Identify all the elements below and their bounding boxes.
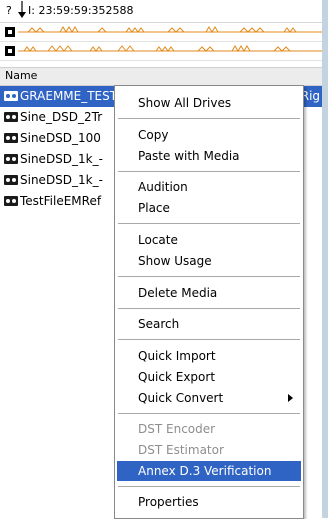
audio-file-icon [4, 196, 18, 206]
menu-dst-encoder: DST Encoder [117, 419, 301, 439]
menu-label: Search [138, 317, 180, 331]
menu-label: Quick Convert [138, 391, 224, 405]
menu-label: Quick Import [138, 349, 216, 363]
file-name: TestFileEMRef [20, 194, 102, 208]
menu-label: Properties [138, 495, 199, 509]
audio-file-icon [4, 112, 18, 122]
file-name: Sine_DSD_2Tr [20, 110, 103, 124]
menu-search[interactable]: Search [117, 314, 301, 334]
menu-separator [118, 171, 300, 172]
menu-label: Locate [138, 233, 178, 247]
menu-annex-verification[interactable]: Annex D.3 Verification [117, 461, 301, 481]
menu-quick-import[interactable]: Quick Import [117, 346, 301, 366]
menu-label: Annex D.3 Verification [138, 464, 272, 478]
menu-separator [118, 308, 300, 309]
down-arrow-icon [18, 1, 26, 18]
menu-label: Audition [138, 180, 188, 194]
menu-dst-estimator: DST Estimator [117, 440, 301, 460]
timecode-display: I: 23:59:59:352588 [28, 4, 134, 17]
menu-separator [118, 413, 300, 414]
menu-label: DST Encoder [138, 422, 216, 436]
menu-label: Place [138, 201, 170, 215]
track-1-toggle[interactable] [5, 27, 15, 37]
track-2[interactable] [0, 42, 322, 61]
menu-separator [118, 339, 300, 340]
track-1-waveform [18, 26, 322, 33]
menu-properties[interactable]: Properties [117, 492, 301, 512]
menu-show-usage[interactable]: Show Usage [117, 251, 301, 271]
menu-label: Quick Export [138, 370, 216, 384]
name-column-label: Name [5, 69, 38, 82]
file-name: SineDSD_1k_- [20, 173, 103, 187]
menu-delete-media[interactable]: Delete Media [117, 283, 301, 303]
file-name: SineDSD_1k_- [20, 152, 103, 166]
menu-paste-with-media[interactable]: Paste with Media [117, 146, 301, 166]
window-edge-strip [322, 0, 328, 518]
track-2-waveform [18, 45, 322, 52]
menu-label: Show All Drives [138, 96, 232, 110]
menu-separator [118, 118, 300, 119]
timeline-ruler[interactable]: ? I: 23:59:59:352588 [0, 0, 322, 23]
menu-label: Delete Media [138, 286, 218, 300]
context-menu: Show All Drives Copy Paste with Media Au… [114, 85, 304, 519]
menu-quick-export[interactable]: Quick Export [117, 367, 301, 387]
menu-label: Copy [138, 128, 169, 142]
menu-separator [118, 223, 300, 224]
menu-audition[interactable]: Audition [117, 177, 301, 197]
menu-label: Paste with Media [138, 149, 240, 163]
track-1[interactable] [0, 23, 322, 42]
menu-show-all-drives[interactable]: Show All Drives [117, 93, 301, 113]
track-2-toggle[interactable] [5, 46, 15, 56]
help-marker: ? [6, 4, 12, 17]
menu-quick-convert[interactable]: Quick Convert [117, 388, 301, 408]
menu-label: DST Estimator [138, 443, 224, 457]
name-column-header[interactable]: Name [0, 67, 322, 86]
menu-separator [118, 276, 300, 277]
menu-locate[interactable]: Locate [117, 230, 301, 250]
submenu-arrow-icon [288, 394, 293, 402]
audio-file-icon [4, 133, 18, 143]
menu-label: Show Usage [138, 254, 212, 268]
audio-file-icon [4, 154, 18, 164]
menu-separator [118, 486, 300, 487]
audio-file-icon [4, 91, 18, 101]
menu-copy[interactable]: Copy [117, 125, 301, 145]
audio-file-icon [4, 175, 18, 185]
file-name: SineDSD_100 [20, 131, 101, 145]
menu-place[interactable]: Place [117, 198, 301, 218]
